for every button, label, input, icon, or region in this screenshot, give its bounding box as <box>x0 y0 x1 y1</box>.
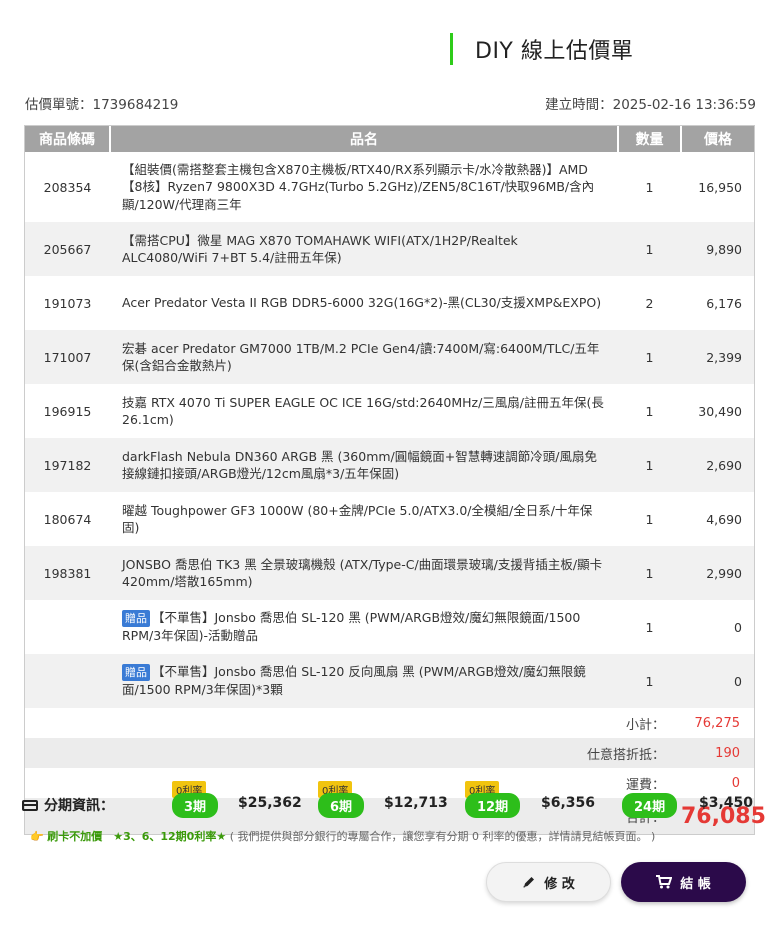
cart-icon <box>656 875 673 889</box>
table-row: 208354 【組裝價(需搭整套主機包含X870主機板/RTX40/RX系列顯示… <box>25 152 754 222</box>
note-highlight: 刷卡不加價 ★3、6、12期0利率★ <box>47 830 227 843</box>
term-badge: 24期 <box>622 793 678 818</box>
col-header-code: 商品條碼 <box>25 126 111 152</box>
table-row: 贈品 【不單售】Jonsbo 喬思伯 SL-120 黑 (PWM/ARGB燈效/魔… <box>25 600 754 654</box>
subtotal-value: 76,275 <box>694 715 741 731</box>
item-qty: 2 <box>645 295 654 311</box>
item-code: 171007 <box>25 330 110 384</box>
title-accent-bar <box>450 33 453 65</box>
discount-row: 仕意搭折抵： 190 <box>25 738 754 768</box>
item-name: 技嘉 RTX 4070 Ti SUPER EAGLE OC ICE 16G/st… <box>122 394 604 428</box>
item-qty: 1 <box>618 438 681 492</box>
item-code <box>25 600 110 654</box>
installment-title-text: 分期資訊： <box>44 798 114 814</box>
note-text: ( 我們提供與部分銀行的專屬合作，讓您享有分期 0 利率的優惠，詳情請見結帳頁面… <box>229 830 656 843</box>
installment-amount: $3,450 <box>699 795 754 811</box>
item-name: 曜越 Toughpower GF3 1000W (80+金牌/PCIe 5.0/… <box>122 502 593 536</box>
item-name: 【不單售】Jonsbo 喬思伯 SL-120 黑 (PWM/ARGB燈效/魔幻無… <box>122 610 581 644</box>
pointing-hand-icon: 👉 <box>30 830 44 843</box>
edit-button[interactable]: 修 改 <box>486 862 611 902</box>
quote-table: 商品條碼 品名 數量 價格 208354 【組裝價(需搭整套主機包含X870主機… <box>24 125 766 835</box>
item-qty: 1 <box>618 546 681 600</box>
installment-info: 分期資訊： 0利率 3期 $25,362 0利率 6期 $12,713 0利率 … <box>22 781 762 827</box>
term-badge: 12期 <box>465 793 521 818</box>
table-row: 贈品 【不單售】Jonsbo 喬思伯 SL-120 反向風扇 黑 (PWM/ARG… <box>25 654 754 708</box>
item-price: 0 <box>681 654 754 708</box>
installment-amount: $25,362 <box>238 795 302 811</box>
item-qty: 1 <box>645 403 654 419</box>
installment-amount: $6,356 <box>541 795 596 811</box>
item-name: Acer Predator Vesta II RGB DDR5-6000 32G… <box>122 295 602 311</box>
item-code: 191073 <box>43 295 92 311</box>
discount-label: 仕意搭折抵： <box>25 738 681 768</box>
col-header-price: 價格 <box>681 126 754 152</box>
item-code: 197182 <box>25 438 110 492</box>
item-qty: 1 <box>618 654 681 708</box>
table-row: 171007 宏碁 acer Predator GM7000 1TB/M.2 P… <box>25 330 754 384</box>
quote-number: 估價單號：1739684219 <box>25 97 179 113</box>
item-name: 【組裝價(需搭整套主機包含X870主機板/RTX40/RX系列顯示卡/水冷散熱器… <box>122 161 595 212</box>
item-code: 208354 <box>43 179 92 195</box>
subtotal-row: 小計： 76,275 <box>25 708 754 738</box>
table-row: 205667 【需搭CPU】微星 MAG X870 TOMAHAWK WIFI(… <box>25 222 754 276</box>
page-title: DIY 線上估價單 <box>475 39 634 64</box>
item-qty: 1 <box>618 330 681 384</box>
table-row: 191073 Acer Predator Vesta II RGB DDR5-6… <box>25 276 754 330</box>
term-badge: 6期 <box>318 793 365 818</box>
item-name: 【需搭CPU】微星 MAG X870 TOMAHAWK WIFI(ATX/1H2… <box>110 222 618 276</box>
item-name: darkFlash Nebula DN360 ARGB 黑 (360mm/圓幅鏡… <box>110 438 618 492</box>
gift-badge: 贈品 <box>122 610 150 628</box>
item-qty: 1 <box>645 619 654 635</box>
item-price: 4,690 <box>706 511 742 527</box>
item-name: 【不單售】Jonsbo 喬思伯 SL-120 反向風扇 黑 (PWM/ARGB燈… <box>122 664 586 698</box>
credit-card-icon <box>22 799 38 811</box>
table-row: 180674 曜越 Toughpower GF3 1000W (80+金牌/PC… <box>25 492 754 546</box>
discount-value: 190 <box>681 738 754 768</box>
pencil-icon <box>523 877 535 888</box>
item-code: 205667 <box>25 222 110 276</box>
item-price: 0 <box>734 619 742 635</box>
item-code <box>25 654 110 708</box>
item-name: JONSBO 喬思伯 TK3 黑 全景玻璃機殼 (ATX/Type-C/曲面環景… <box>110 546 618 600</box>
col-header-name: 品名 <box>110 126 619 152</box>
installment-title: 分期資訊： <box>22 795 114 815</box>
table-row: 198381 JONSBO 喬思伯 TK3 黑 全景玻璃機殼 (ATX/Type… <box>25 546 754 600</box>
item-name-cell: 贈品 【不單售】Jonsbo 喬思伯 SL-120 黑 (PWM/ARGB燈效/魔… <box>110 600 618 654</box>
col-header-qty: 數量 <box>618 126 682 152</box>
subtotal-label: 小計： <box>625 717 665 733</box>
item-price: 30,490 <box>698 403 742 419</box>
item-price: 2,399 <box>681 330 754 384</box>
table-row: 196915 技嘉 RTX 4070 Ti SUPER EAGLE OC ICE… <box>25 384 754 438</box>
checkout-button[interactable]: 結 帳 <box>621 862 746 902</box>
item-name-cell: 贈品 【不單售】Jonsbo 喬思伯 SL-120 反向風扇 黑 (PWM/ARG… <box>110 654 618 708</box>
item-price: 2,990 <box>681 546 754 600</box>
edit-button-label: 修 改 <box>544 876 575 892</box>
item-code: 180674 <box>43 511 92 527</box>
gift-badge: 贈品 <box>122 664 150 682</box>
created-time: 建立時間：2025-02-16 13:36:59 <box>545 97 756 113</box>
page-header: DIY 線上估價單 <box>450 33 633 65</box>
item-price: 2,690 <box>681 438 754 492</box>
item-price: 9,890 <box>681 222 754 276</box>
item-price: 16,950 <box>698 179 742 195</box>
table-row: 197182 darkFlash Nebula DN360 ARGB 黑 (36… <box>25 438 754 492</box>
item-qty: 1 <box>618 222 681 276</box>
item-code: 198381 <box>25 546 110 600</box>
table-header: 商品條碼 品名 數量 價格 <box>25 126 754 152</box>
term-badge: 3期 <box>172 793 219 818</box>
item-price: 6,176 <box>706 295 742 311</box>
installment-note: 👉 刷卡不加價 ★3、6、12期0利率★ ( 我們提供與部分銀行的專屬合作，讓您… <box>30 828 655 844</box>
checkout-button-label: 結 帳 <box>680 876 711 892</box>
installment-amount: $12,713 <box>384 795 448 811</box>
item-name: 宏碁 acer Predator GM7000 1TB/M.2 PCIe Gen… <box>110 330 618 384</box>
item-qty: 1 <box>645 511 654 527</box>
item-code: 196915 <box>43 403 92 419</box>
item-qty: 1 <box>645 179 654 195</box>
